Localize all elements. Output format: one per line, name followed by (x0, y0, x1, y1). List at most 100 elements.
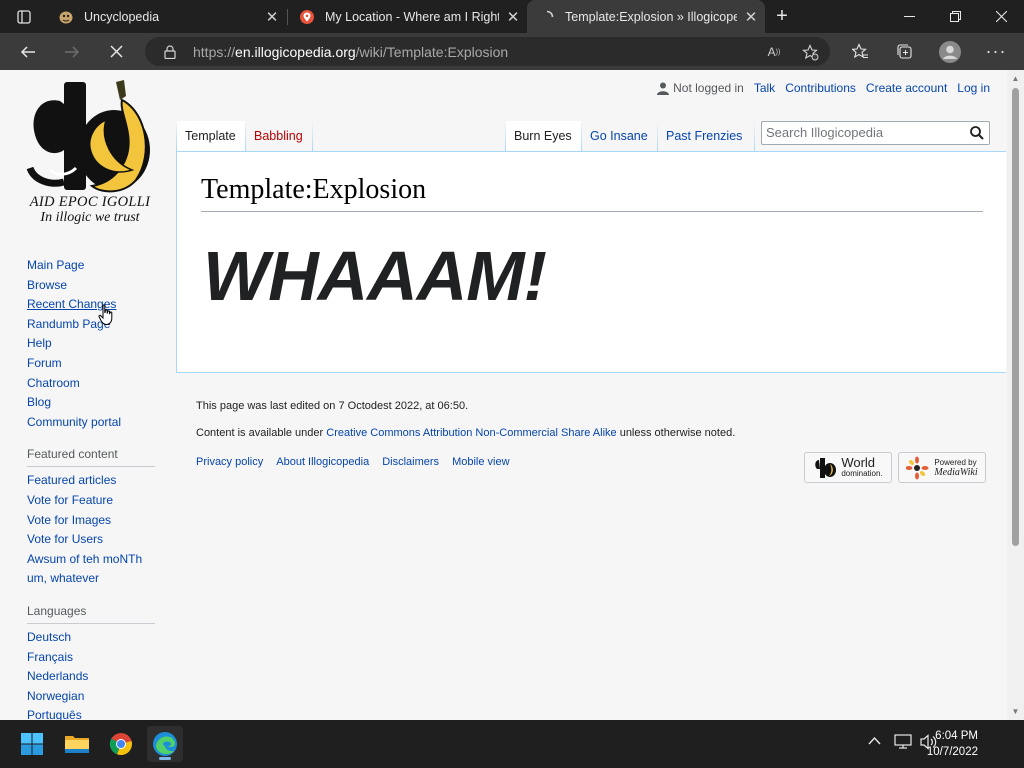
scroll-up-icon[interactable]: ▲ (1010, 73, 1021, 84)
favorites-icon[interactable] (842, 33, 878, 70)
nav-recent-changes[interactable]: Recent Changes (27, 295, 162, 315)
powered-by-mediawiki-badge[interactable]: Powered by MediaWiki (898, 452, 986, 483)
vote-for-images-link[interactable]: Vote for Images (27, 511, 162, 531)
tab-title: Template:Explosion » Illogicopedia (565, 9, 737, 24)
um-whatever-link[interactable]: um, whatever (27, 569, 162, 589)
browser-tab-my-location[interactable]: My Location - Where am I Right ✕ (287, 0, 527, 33)
loading-icon (539, 9, 555, 25)
badge-powered-by-label: Powered by (934, 457, 977, 467)
tab-template[interactable]: Template (177, 121, 245, 151)
log-in-link[interactable]: Log in (957, 81, 990, 95)
profile-avatar-icon[interactable] (932, 33, 968, 70)
back-arrow-icon[interactable] (10, 33, 46, 70)
map-pin-icon (299, 9, 315, 25)
browser-toolbar: https://en.illogicopedia.org/wiki/Templa… (0, 33, 1024, 70)
explosion-text: WHAAAM! (203, 237, 547, 315)
nav-chatroom[interactable]: Chatroom (27, 374, 162, 394)
stop-loading-icon[interactable] (98, 33, 134, 70)
tab-title: My Location - Where am I Right (325, 9, 499, 24)
clock-date: 10/7/2022 (926, 746, 978, 758)
languages-heading: Languages (27, 604, 155, 624)
featured-portal: Featured articles Vote for Feature Vote … (27, 471, 162, 589)
more-menu-icon[interactable]: ··· (978, 33, 1014, 70)
restore-icon[interactable] (932, 0, 978, 33)
tab-go-insane[interactable]: Go Insane (582, 121, 657, 151)
lock-icon[interactable] (159, 41, 181, 63)
license-suffix: unless otherwise noted. (616, 427, 736, 439)
chrome-icon[interactable] (103, 726, 139, 762)
nav-community-portal[interactable]: Community portal (27, 413, 162, 433)
network-icon[interactable] (894, 734, 912, 753)
navigation-portal: Main Page Browse Recent Changes Randumb … (27, 256, 162, 432)
url-host: en.illogicopedia.org (235, 44, 356, 60)
awsum-of-the-month-link[interactable]: Awsum of teh moNTh (27, 550, 162, 570)
new-tab-button[interactable]: + (760, 0, 804, 33)
footer-places: Privacy policy About Illogicopedia Discl… (196, 456, 510, 468)
minimize-icon[interactable] (886, 0, 932, 33)
world-domination-badge[interactable]: World domination. (804, 452, 892, 483)
lang-deutsch[interactable]: Deutsch (27, 628, 162, 648)
read-aloud-icon[interactable]: A)) (763, 41, 785, 63)
lang-norwegian[interactable]: Norwegian (27, 687, 162, 707)
scroll-down-icon[interactable]: ▼ (1010, 706, 1021, 717)
edge-icon[interactable] (147, 726, 183, 762)
search-input[interactable] (766, 125, 961, 140)
about-link[interactable]: About Illogicopedia (276, 456, 369, 468)
url-path: /wiki/Template:Explosion (355, 44, 509, 60)
vertical-scrollbar[interactable]: ▲ ▼ (1007, 70, 1024, 720)
lang-francais[interactable]: Français (27, 648, 162, 668)
tab-burn-eyes[interactable]: Burn Eyes (506, 121, 581, 151)
address-bar[interactable]: https://en.illogicopedia.org/wiki/Templa… (145, 37, 830, 66)
tab-babbling[interactable]: Babbling (246, 121, 312, 151)
badge-world-label: World (841, 455, 876, 470)
search-icon[interactable] (969, 125, 985, 141)
nav-randumb-page[interactable]: Randumb Page (27, 315, 162, 335)
system-clock[interactable]: 6:04 PM 10/7/2022 (927, 728, 978, 760)
forward-arrow-icon[interactable] (54, 33, 90, 70)
contributions-link[interactable]: Contributions (785, 81, 856, 95)
add-favorite-icon[interactable] (799, 41, 821, 63)
nav-forum[interactable]: Forum (27, 354, 162, 374)
featured-articles-link[interactable]: Featured articles (27, 471, 162, 491)
tab-strip: Uncyclopedia ✕ My Location - Where am I … (0, 0, 1024, 33)
languages-portal: Deutsch Français Nederlands Norwegian Po… (27, 628, 162, 720)
featured-content-heading: Featured content (27, 447, 155, 468)
tab-divider (312, 121, 313, 151)
world-domination-text: World domination. (841, 456, 882, 479)
url-text[interactable]: https://en.illogicopedia.org/wiki/Templa… (193, 44, 508, 60)
license-link[interactable]: Creative Commons Attribution Non-Commerc… (326, 427, 616, 439)
collections-icon[interactable] (886, 33, 922, 70)
close-tab-icon[interactable]: ✕ (258, 8, 286, 26)
user-icon (657, 82, 670, 95)
hand-cursor-icon (98, 304, 113, 326)
badge-mediawiki-label: MediaWiki (934, 466, 978, 478)
logo-motto-upper: AID EPOC IGOLLI (29, 194, 151, 210)
lang-nederlands[interactable]: Nederlands (27, 667, 162, 687)
create-account-link[interactable]: Create account (866, 81, 947, 95)
mobile-view-link[interactable]: Mobile view (452, 456, 509, 468)
browser-tab-uncyclopedia[interactable]: Uncyclopedia ✕ (46, 0, 286, 33)
nav-main-page[interactable]: Main Page (27, 256, 162, 276)
tab-past-frenzies[interactable]: Past Frenzies (658, 121, 754, 151)
vote-for-feature-link[interactable]: Vote for Feature (27, 491, 162, 511)
vote-for-users-link[interactable]: Vote for Users (27, 530, 162, 550)
windows-start-icon[interactable] (14, 726, 50, 762)
not-logged-in-label: Not logged in (673, 81, 744, 95)
talk-link[interactable]: Talk (754, 81, 775, 95)
close-tab-icon[interactable]: ✕ (499, 8, 527, 26)
scroll-thumb[interactable] (1012, 88, 1019, 546)
nav-blog[interactable]: Blog (27, 393, 162, 413)
disclaimers-link[interactable]: Disclaimers (382, 456, 439, 468)
browser-tab-template-explosion[interactable]: Template:Explosion » Illogicopedia ✕ (527, 0, 765, 33)
main-content: Template:Explosion WHAAAM! (176, 151, 1006, 373)
lang-portugues[interactable]: Português (27, 706, 162, 720)
powered-by-text: Powered by MediaWiki (934, 458, 977, 478)
show-hidden-icons-chevron-icon[interactable] (868, 734, 881, 749)
close-window-icon[interactable] (978, 0, 1024, 33)
nav-browse[interactable]: Browse (27, 276, 162, 296)
nav-help[interactable]: Help (27, 334, 162, 354)
file-explorer-icon[interactable] (59, 726, 95, 762)
privacy-policy-link[interactable]: Privacy policy (196, 456, 263, 468)
tab-actions-icon[interactable] (6, 0, 42, 35)
web-page: AID EPOC IGOLLI In illogic we trust Not … (0, 70, 1024, 720)
